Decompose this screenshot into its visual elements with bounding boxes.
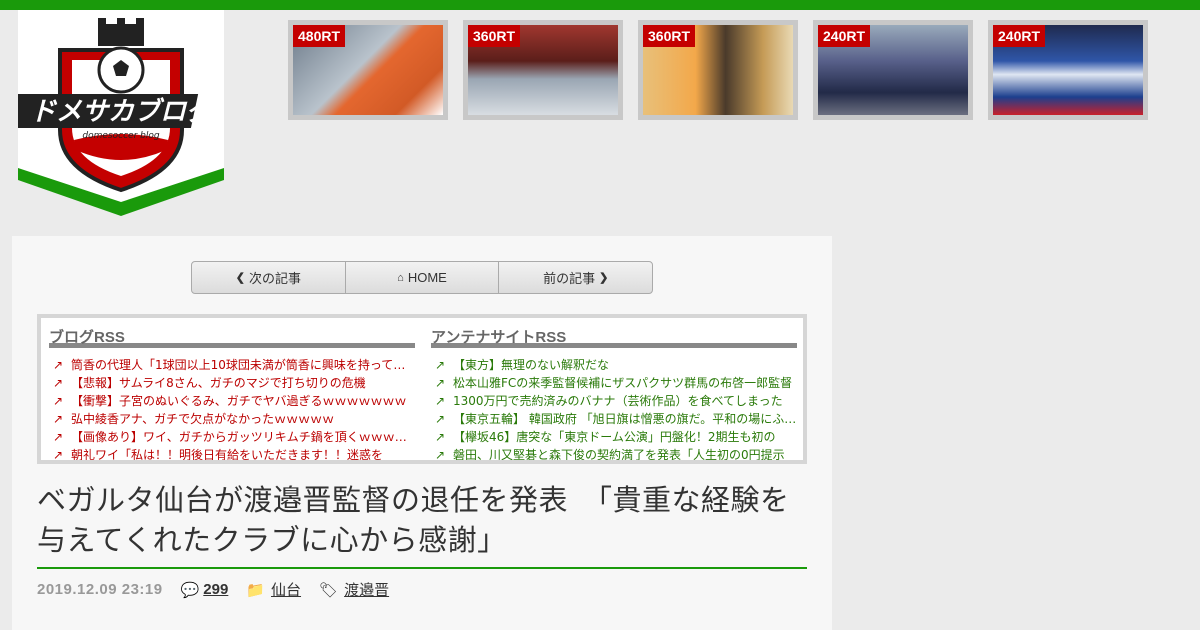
external-link-icon: ↗ [53,376,64,390]
rss-item[interactable]: ↗ 【東方】無理のない解釈だな [431,356,797,374]
top-accent-bar [0,0,1200,10]
popular-thumb-3[interactable]: 360RT [638,20,798,120]
tag-link[interactable]: 渡邉晋 [344,579,389,600]
popular-thumb-4[interactable]: 240RT [813,20,973,120]
prev-article-label: 前の記事 [543,271,596,286]
rt-badge: 240RT [993,25,1046,47]
rss-item-text: 【画像あり】ワイ、ガチからガッツリキムチ鍋を頂くｗｗｗｗｗ [71,430,415,444]
popular-thumb-5[interactable]: 240RT [988,20,1148,120]
external-link-icon: ↗ [435,430,446,444]
external-link-icon: ↗ [435,376,446,390]
rss-item-text: 【悲報】サムライ8さん、ガチのマジで打ち切りの危機 [71,376,366,390]
comment-count-link[interactable]: 299 [203,581,228,598]
rss-item-text: 磐田、川又堅碁と森下俊の契約満了を発表「人生初の0円提示 [453,448,785,462]
rss-item[interactable]: ↗ 弘中綾香アナ、ガチで欠点がなかったｗｗｗｗｗ [49,410,415,428]
blog-rss-title: ブログRSS [49,318,415,348]
blog-rss-column: ブログRSS ↗ 筒香の代理人「1球団以上10球団未満が筒香に興味を持っている ↗ 【… [49,318,415,462]
rss-item-text: 1300万円で売約済みのバナナ（芸術作品）を食べてしまった [453,394,783,408]
external-link-icon: ↗ [53,448,64,462]
rt-badge: 360RT [468,25,521,47]
external-link-icon: ↗ [435,394,446,408]
external-link-icon: ↗ [435,358,446,372]
rss-item-text: 朝礼ワイ「私は！！明後日有給をいただきます！！迷惑を [71,448,384,462]
external-link-icon: ↗ [53,394,64,408]
rss-item-text: 弘中綾香アナ、ガチで欠点がなかったｗｗｗｗｗ [71,412,335,426]
rt-badge: 360RT [643,25,696,47]
tags-icon: 🏷 [319,581,339,599]
rss-item[interactable]: ↗ 【欅坂46】唐突な「東京ドーム公演」円盤化！2期生も初の [431,428,797,446]
external-link-icon: ↗ [435,448,446,462]
external-link-icon: ↗ [53,412,64,426]
prev-article-button[interactable]: 前の記事 ❯ [498,262,652,293]
rt-badge: 480RT [293,25,346,47]
home-icon: ⌂ [397,271,404,284]
rss-item[interactable]: ↗ 【東京五輪】 韓国政府 「旭日旗は憎悪の旗だ。平和の場にふさわしくない [431,410,797,428]
rss-item[interactable]: ↗ 筒香の代理人「1球団以上10球団未満が筒香に興味を持っている [49,356,415,374]
next-article-button[interactable]: ❮ 次の記事 [192,262,345,293]
article-panel: ❮ 次の記事 ⌂ HOME 前の記事 ❯ ブログRSS ↗ 筒香の代理人「1球団以… [12,236,832,630]
logo-text: ドメサカブログ [30,97,217,127]
article-pager: ❮ 次の記事 ⌂ HOME 前の記事 ❯ [191,261,653,294]
site-logo[interactable]: ドメサカブログ domesoccer blog [18,10,224,236]
rss-box: ブログRSS ↗ 筒香の代理人「1球団以上10球団未満が筒香に興味を持っている ↗ 【… [37,314,807,464]
chevron-left-icon: ❮ [235,272,245,284]
blog-rss-list: ↗ 筒香の代理人「1球団以上10球団未満が筒香に興味を持っている ↗ 【悲報】サムライ… [49,356,415,462]
external-link-icon: ↗ [53,358,64,372]
popular-thumb-2[interactable]: 360RT [463,20,623,120]
article-title: ベガルタ仙台が渡邉晋監督の退任を発表 「貴重な経験を与えてくれたクラブに心から感… [37,483,790,557]
rss-item-text: 【東京五輪】 韓国政府 「旭日旗は憎悪の旗だ。平和の場にふさわしくない [453,412,797,426]
folder-icon: 📁 [246,581,266,599]
external-link-icon: ↗ [435,412,446,426]
antenna-rss-list: ↗ 【東方】無理のない解釈だな ↗ 松本山雅FCの来季監督候補にザスパクサツ群馬の布啓… [431,356,797,462]
logo-subtext: domesoccer blog [82,131,159,141]
chevron-right-icon: ❯ [599,272,609,284]
category-link[interactable]: 仙台 [271,579,301,600]
antenna-rss-column: アンテナサイトRSS ↗ 【東方】無理のない解釈だな ↗ 松本山雅FCの来季監督候補に… [431,318,797,462]
rss-item-text: 松本山雅FCの来季監督候補にザスパクサツ群馬の布啓一郎監督 [453,376,793,390]
article-meta: 2019.12.09 23:19 💬 299 📁 仙台 🏷 渡邉晋 [37,579,389,600]
logo-banner: ドメサカブログ domesoccer blog [18,10,224,216]
home-button[interactable]: ⌂ HOME [344,262,499,293]
antenna-rss-title: アンテナサイトRSS [431,318,797,348]
comment-icon: 💬 [180,581,200,599]
external-link-icon: ↗ [53,430,64,444]
rt-badge: 240RT [818,25,871,47]
home-label: HOME [407,270,447,285]
article-date: 2019.12.09 23:19 [37,581,163,598]
rss-item[interactable]: ↗ 1300万円で売約済みのバナナ（芸術作品）を食べてしまった [431,392,797,410]
rss-item[interactable]: ↗ 【画像あり】ワイ、ガチからガッツリキムチ鍋を頂くｗｗｗｗｗ [49,428,415,446]
rss-item-text: 【欅坂46】唐突な「東京ドーム公演」円盤化！2期生も初の [453,430,776,444]
next-article-label: 次の記事 [248,271,301,286]
rss-item-text: 筒香の代理人「1球団以上10球団未満が筒香に興味を持っている [71,358,415,372]
rss-item[interactable]: ↗ 【悲報】サムライ8さん、ガチのマジで打ち切りの危機 [49,374,415,392]
popular-thumb-1[interactable]: 480RT [288,20,448,120]
rss-item[interactable]: ↗ 【衝撃】子宮のぬいぐるみ、ガチでヤバ過ぎるｗｗｗｗｗｗｗ [49,392,415,410]
title-divider [37,567,807,569]
rss-item-text: 【衝撃】子宮のぬいぐるみ、ガチでヤバ過ぎるｗｗｗｗｗｗｗ [71,394,407,408]
rss-item-text: 【東方】無理のない解釈だな [453,358,610,372]
rss-item[interactable]: ↗ 磐田、川又堅碁と森下俊の契約満了を発表「人生初の0円提示 [431,446,797,462]
rss-item[interactable]: ↗ 松本山雅FCの来季監督候補にザスパクサツ群馬の布啓一郎監督 [431,374,797,392]
rss-item[interactable]: ↗ 朝礼ワイ「私は！！明後日有給をいただきます！！迷惑を [49,446,415,462]
